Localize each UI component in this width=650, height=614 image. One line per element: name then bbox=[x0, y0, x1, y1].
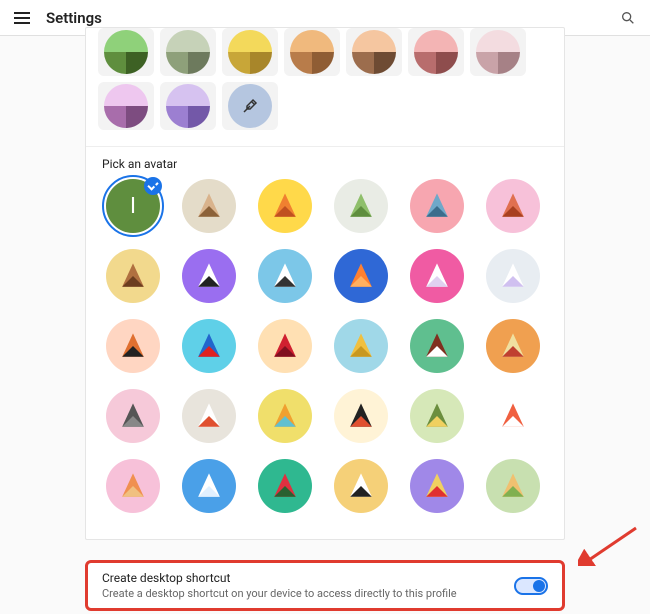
create-shortcut-row: Create desktop shortcut Create a desktop… bbox=[85, 560, 565, 611]
avatar-initial[interactable]: I bbox=[106, 179, 160, 233]
avatar-ramen[interactable] bbox=[486, 319, 540, 373]
avatar-onigiri[interactable] bbox=[334, 459, 388, 513]
color-swatch-7[interactable] bbox=[98, 82, 154, 130]
avatar-sushi[interactable] bbox=[182, 389, 236, 443]
avatar-frog[interactable] bbox=[334, 179, 388, 233]
avatar-smile[interactable] bbox=[486, 389, 540, 443]
shortcut-subtitle: Create a desktop shortcut on your device… bbox=[102, 587, 457, 600]
shortcut-toggle[interactable] bbox=[514, 577, 548, 595]
avatar-icecream[interactable] bbox=[106, 459, 160, 513]
avatar-butterfly[interactable] bbox=[334, 249, 388, 303]
avatar-panda[interactable] bbox=[182, 249, 236, 303]
color-swatch-4[interactable] bbox=[346, 28, 402, 76]
page-title: Settings bbox=[46, 9, 102, 27]
avatar-unicorn[interactable] bbox=[486, 249, 540, 303]
avatar-football[interactable] bbox=[410, 319, 464, 373]
avatar-basketball[interactable] bbox=[106, 319, 160, 373]
avatar-bicycle[interactable] bbox=[182, 319, 236, 373]
avatar-tamagotchi[interactable] bbox=[258, 389, 312, 443]
avatar-elephant[interactable] bbox=[410, 179, 464, 233]
avatar-grid: I bbox=[86, 179, 564, 529]
color-swatch-grid bbox=[86, 28, 564, 146]
avatar-monkey[interactable] bbox=[106, 249, 160, 303]
avatar-sandwich[interactable] bbox=[486, 459, 540, 513]
avatar-vinyl[interactable] bbox=[334, 389, 388, 443]
avatar-initial-letter: I bbox=[130, 194, 136, 219]
avatar-popcorn[interactable] bbox=[410, 459, 464, 513]
checkmark-icon bbox=[144, 177, 162, 195]
avatar-avocado[interactable] bbox=[410, 389, 464, 443]
annotation-arrow bbox=[578, 526, 638, 566]
toggle-knob bbox=[533, 580, 545, 592]
avatar-fox[interactable] bbox=[258, 179, 312, 233]
avatar-sunglasses[interactable] bbox=[106, 389, 160, 443]
color-swatch-5[interactable] bbox=[408, 28, 464, 76]
search-icon[interactable] bbox=[616, 6, 640, 30]
shortcut-text: Create desktop shortcut Create a desktop… bbox=[102, 571, 457, 600]
avatar-cheese[interactable] bbox=[334, 319, 388, 373]
avatar-rabbit[interactable] bbox=[410, 249, 464, 303]
eyedropper-button[interactable] bbox=[222, 82, 278, 130]
color-swatch-0[interactable] bbox=[98, 28, 154, 76]
color-swatch-6[interactable] bbox=[470, 28, 526, 76]
avatar-watermelon[interactable] bbox=[258, 459, 312, 513]
color-swatch-2[interactable] bbox=[222, 28, 278, 76]
shortcut-title: Create desktop shortcut bbox=[102, 571, 457, 585]
avatar-section-label: Pick an avatar bbox=[86, 147, 564, 179]
avatar-cat[interactable] bbox=[182, 179, 236, 233]
avatar-bird[interactable] bbox=[258, 319, 312, 373]
avatar-penguin[interactable] bbox=[258, 249, 312, 303]
avatar-owl[interactable] bbox=[486, 179, 540, 233]
menu-icon[interactable] bbox=[10, 6, 34, 30]
avatar-note[interactable] bbox=[182, 459, 236, 513]
color-swatch-3[interactable] bbox=[284, 28, 340, 76]
color-swatch-1[interactable] bbox=[160, 28, 216, 76]
color-swatch-8[interactable] bbox=[160, 82, 216, 130]
customize-panel: Pick an avatar I bbox=[85, 27, 565, 540]
